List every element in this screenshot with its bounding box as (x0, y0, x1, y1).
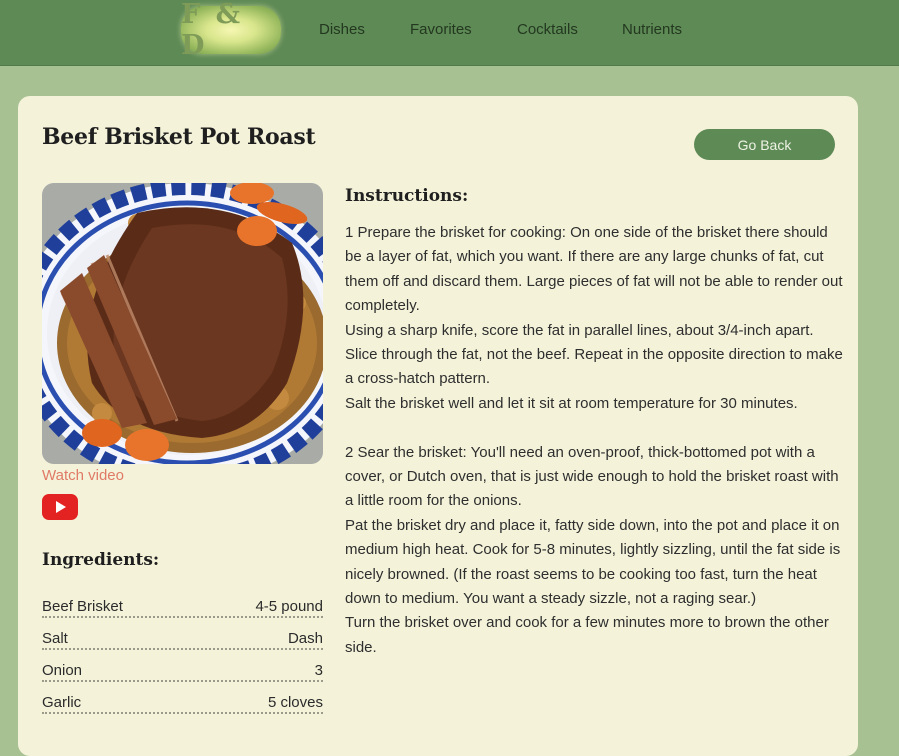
ingredient-amount: Dash (287, 630, 323, 647)
nav-link-nutrients[interactable]: Nutrients (622, 21, 682, 38)
dish-photo (42, 183, 323, 464)
ingredient-name: Onion (42, 662, 83, 679)
instruction-paragraph: Salt the brisket well and let it sit at … (345, 394, 798, 412)
instruction-paragraph: Pat the brisket dry and place it, fatty … (345, 516, 841, 608)
site-logo[interactable]: F & D (181, 0, 281, 61)
instruction-paragraph: 1 Prepare the brisket for cooking: On on… (345, 224, 843, 315)
ingredient-amount: 4-5 pound (255, 598, 323, 615)
recipe-title: Beef Brisket Pot Roast (42, 124, 316, 150)
top-nav-bar: F & D Dishes Favorites Cocktails Nutrien… (0, 0, 899, 66)
instruction-paragraph: Using a sharp knife, score the fat in pa… (345, 321, 843, 388)
ingredient-row: Salt Dash (42, 618, 323, 650)
instructions-text: 1 Prepare the brisket for cooking: On on… (345, 221, 845, 660)
watch-video-link[interactable]: Watch video (42, 467, 124, 484)
ingredient-row: Garlic 5 cloves (42, 682, 323, 714)
instructions-heading: Instructions: (345, 186, 469, 206)
instruction-paragraph: 2 Sear the brisket: You'll need an oven-… (345, 443, 839, 510)
brisket-image (42, 183, 323, 464)
nav-link-favorites[interactable]: Favorites (410, 21, 472, 38)
ingredient-name: Garlic (42, 694, 82, 711)
ingredients-heading: Ingredients: (42, 550, 160, 570)
ingredient-name: Salt (42, 630, 68, 647)
ingredients-list: Beef Brisket 4-5 pound Salt Dash Onion 3… (42, 586, 323, 714)
ingredient-name: Beef Brisket (42, 598, 123, 615)
youtube-play-icon[interactable] (42, 494, 78, 520)
go-back-button[interactable]: Go Back (694, 129, 835, 160)
ingredient-row: Beef Brisket 4-5 pound (42, 586, 323, 618)
instruction-paragraph: Turn the brisket over and cook for a few… (345, 614, 829, 656)
nav-link-cocktails[interactable]: Cocktails (517, 21, 578, 38)
nav-link-dishes[interactable]: Dishes (319, 21, 365, 38)
ingredient-row: Onion 3 (42, 650, 323, 682)
ingredient-amount: 3 (314, 662, 323, 679)
ingredient-amount: 5 cloves (267, 694, 323, 711)
